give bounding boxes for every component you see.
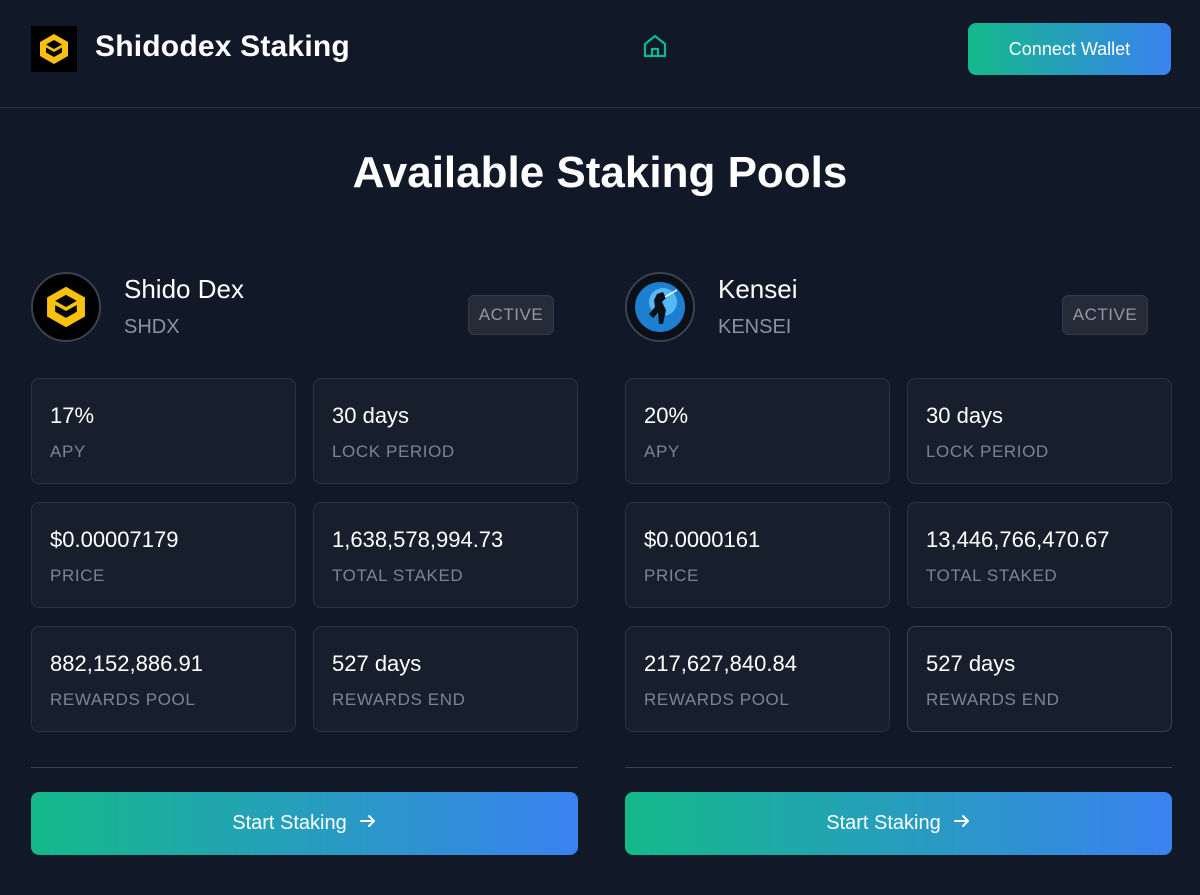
total-staked-card: 1,638,578,994.73 TOTAL STAKED — [313, 502, 578, 608]
apy-label: APY — [644, 442, 680, 461]
home-icon[interactable] — [641, 32, 669, 60]
rewards-end-label: REWARDS END — [332, 690, 466, 709]
total-staked-value: 13,446,766,470.67 — [926, 527, 1110, 552]
apy-label: APY — [50, 442, 86, 461]
rewards-pool-value: 217,627,840.84 — [644, 651, 797, 676]
price-value: $0.0000161 — [644, 527, 761, 552]
price-label: PRICE — [644, 566, 699, 585]
total-staked-value: 1,638,578,994.73 — [332, 527, 504, 552]
rewards-pool-value: 882,152,886.91 — [50, 651, 203, 676]
pool-name: Shido Dex — [124, 274, 244, 304]
lock-period-card: 30 days LOCK PERIOD — [313, 378, 578, 484]
total-staked-label: TOTAL STAKED — [332, 566, 464, 585]
pool-symbol: KENSEI — [718, 316, 792, 338]
start-staking-label: Start Staking — [232, 812, 347, 834]
arrow-right-icon — [953, 812, 971, 836]
divider — [625, 767, 1172, 768]
price-card: $0.00007179 PRICE — [31, 502, 296, 608]
rewards-end-label: REWARDS END — [926, 690, 1060, 709]
divider — [31, 767, 578, 768]
total-staked-card: 13,446,766,470.67 TOTAL STAKED — [907, 502, 1172, 608]
rewards-pool-card: 882,152,886.91 REWARDS POOL — [31, 626, 296, 732]
pool-card-shido-dex: Shido Dex SHDX ACTIVE 17% APY 30 days LO… — [31, 270, 578, 860]
price-card: $0.0000161 PRICE — [625, 502, 890, 608]
rewards-pool-label: REWARDS POOL — [50, 690, 196, 709]
price-value: $0.00007179 — [50, 527, 179, 552]
apy-value: 17% — [50, 403, 95, 428]
rewards-end-value: 527 days — [926, 651, 1016, 676]
top-header: Shidodex Staking Connect Wallet — [0, 0, 1200, 108]
total-staked-label: TOTAL STAKED — [926, 566, 1058, 585]
rewards-end-value: 527 days — [332, 651, 422, 676]
lock-period-card: 30 days LOCK PERIOD — [907, 378, 1172, 484]
shidodex-logo-icon[interactable] — [31, 26, 77, 72]
status-badge: ACTIVE — [468, 295, 554, 335]
lock-period-label: LOCK PERIOD — [332, 442, 455, 461]
start-staking-button[interactable]: Start Staking — [31, 792, 578, 855]
lock-period-value: 30 days — [332, 403, 410, 428]
page-title: Available Staking Pools — [352, 148, 848, 197]
rewards-end-card: 527 days REWARDS END — [907, 626, 1172, 732]
price-label: PRICE — [50, 566, 105, 585]
rewards-pool-label: REWARDS POOL — [644, 690, 790, 709]
pool-symbol: SHDX — [124, 316, 180, 338]
lock-period-label: LOCK PERIOD — [926, 442, 1049, 461]
start-staking-button[interactable]: Start Staking — [625, 792, 1172, 855]
start-staking-label: Start Staking — [826, 812, 941, 834]
apy-card: 20% APY — [625, 378, 890, 484]
status-badge: ACTIVE — [1062, 295, 1148, 335]
pool-card-kensei: Kensei KENSEI ACTIVE 20% APY 30 days LOC… — [625, 270, 1172, 860]
arrow-right-icon — [359, 812, 377, 836]
rewards-pool-card: 217,627,840.84 REWARDS POOL — [625, 626, 890, 732]
pool-name: Kensei — [718, 274, 798, 304]
apy-value: 20% — [644, 403, 689, 428]
apy-card: 17% APY — [31, 378, 296, 484]
app-title: Shidodex Staking — [95, 30, 350, 63]
shidodex-logo-icon — [31, 272, 101, 342]
lock-period-value: 30 days — [926, 403, 1004, 428]
kensei-samurai-icon — [625, 272, 695, 342]
connect-wallet-button[interactable]: Connect Wallet — [968, 23, 1171, 75]
rewards-end-card: 527 days REWARDS END — [313, 626, 578, 732]
